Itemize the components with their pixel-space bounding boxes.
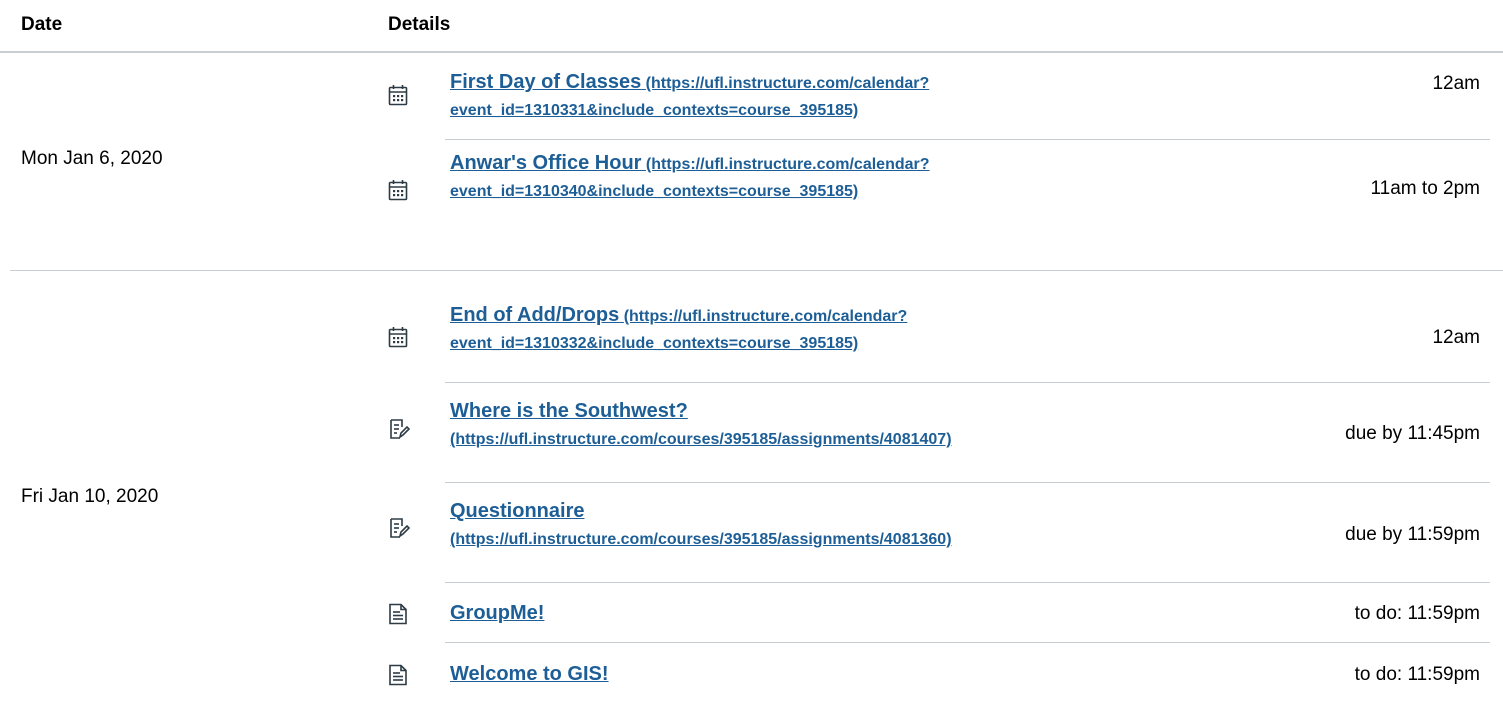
calendar-icon — [388, 326, 408, 348]
row-divider — [445, 139, 1490, 140]
event-link[interactable]: Welcome to GIS! — [450, 661, 1250, 689]
event-title-link[interactable]: Welcome to GIS! — [450, 663, 609, 685]
date-cell: Fri Jan 10, 2020 — [21, 486, 159, 507]
page-icon — [388, 603, 408, 625]
event-link[interactable]: Anwar's Office Hour (https://ufl.instruc… — [450, 150, 1250, 205]
table-header: Date Details — [0, 0, 1503, 53]
row-divider — [445, 582, 1490, 583]
event-time: to do: 11:59pm — [1354, 603, 1480, 624]
event-time: to do: 11:59pm — [1354, 664, 1480, 685]
event-time: due by 11:45pm — [1345, 423, 1480, 444]
event-title-link[interactable]: End of Add/Drops (https://ufl.instructur… — [450, 304, 907, 352]
event-time: 12am — [1432, 73, 1480, 94]
event-link[interactable]: Where is the Southwest? (https://ufl.inst… — [450, 398, 1250, 453]
column-header-details: Details — [388, 14, 451, 35]
syllabus-table: Date Details Mon Jan 6, 2020 First Day o… — [0, 0, 1503, 712]
event-link[interactable]: GroupMe! — [450, 600, 1250, 628]
calendar-icon — [388, 179, 408, 201]
row-divider — [445, 642, 1490, 643]
event-title-link[interactable]: First Day of Classes (https://ufl.instru… — [450, 71, 929, 119]
page-icon — [388, 664, 408, 686]
event-time: 12am — [1432, 327, 1480, 348]
row-divider — [445, 482, 1490, 483]
event-title-link[interactable]: Questionnaire (https://ufl.instructure.co… — [450, 500, 952, 548]
date-cell: Mon Jan 6, 2020 — [21, 148, 163, 169]
event-title-link[interactable]: Where is the Southwest? (https://ufl.inst… — [450, 400, 952, 448]
column-header-date: Date — [21, 14, 63, 35]
row-divider — [445, 382, 1490, 383]
event-time: due by 11:59pm — [1345, 524, 1480, 545]
calendar-icon — [388, 84, 408, 106]
event-link[interactable]: First Day of Classes (https://ufl.instru… — [450, 69, 1250, 124]
event-link[interactable]: End of Add/Drops (https://ufl.instructur… — [450, 302, 1250, 357]
event-title-link[interactable]: Anwar's Office Hour (https://ufl.instruc… — [450, 152, 930, 200]
group-divider — [10, 270, 1503, 271]
event-title-link[interactable]: GroupMe! — [450, 602, 544, 624]
assignment-icon — [388, 517, 410, 539]
event-time: 11am to 2pm — [1370, 178, 1480, 199]
event-link[interactable]: Questionnaire (https://ufl.instructure.co… — [450, 498, 1250, 553]
assignment-icon — [388, 418, 410, 440]
